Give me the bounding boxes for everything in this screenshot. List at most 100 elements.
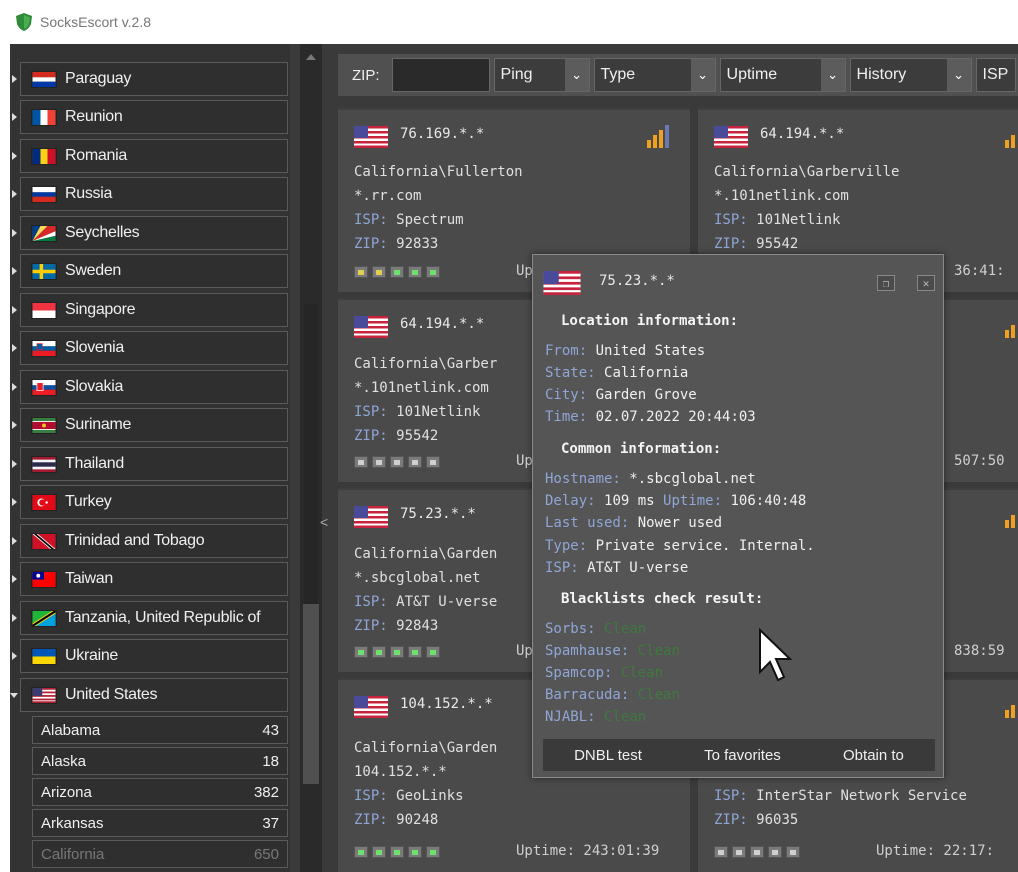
status-dot [426, 456, 440, 468]
isp-value: GeoLinks [396, 788, 464, 804]
expand-arrow-icon[interactable] [12, 498, 17, 506]
expand-arrow-icon[interactable] [12, 460, 17, 468]
expand-arrow-icon[interactable] [12, 575, 17, 583]
country-name: Suriname [65, 416, 132, 433]
country-item-suriname[interactable]: Suriname [12, 408, 288, 442]
zip-key: ZIP: [354, 236, 388, 252]
state-item-alaska[interactable]: Alaska 18 [32, 747, 288, 775]
expand-arrow-icon[interactable] [12, 652, 17, 660]
status-dot [408, 846, 422, 858]
chevron-down-icon[interactable]: ⌄ [690, 59, 715, 91]
zip-value: 90248 [396, 812, 439, 828]
uptime-key: Uptime: [663, 493, 723, 509]
proxy-isp: ISP: AT&T U-verse [354, 594, 497, 610]
obtain-to-button[interactable]: Obtain to [843, 747, 904, 764]
country-sidebar: Paraguay Reunion Romania Russia Seychell… [10, 44, 290, 872]
proxy-uptime: 36:41: [954, 263, 1005, 279]
flag-turkey-icon [31, 493, 57, 511]
country-item-turkey[interactable]: Turkey [12, 485, 288, 519]
flag-slovakia-icon [31, 378, 57, 396]
status-dot [390, 846, 404, 858]
country-name: Seychelles [65, 224, 140, 241]
chevron-down-icon[interactable]: ⌄ [946, 59, 971, 91]
country-item-slovenia[interactable]: Slovenia [12, 331, 288, 365]
proxy-isp: ISP: GeoLinks [354, 788, 464, 804]
country-item-paraguay[interactable]: Paraguay [12, 62, 288, 96]
expand-arrow-icon[interactable] [12, 306, 17, 314]
country-item-russia[interactable]: Russia [12, 177, 288, 211]
state-count: 43 [262, 721, 279, 739]
zip-input[interactable] [391, 58, 490, 92]
type-select[interactable]: Type ⌄ [593, 58, 716, 92]
proxy-isp: ISP: InterStar Network Service [714, 788, 967, 804]
uptime-select[interactable]: Uptime ⌄ [719, 58, 846, 92]
country-item-romania[interactable]: Romania [12, 139, 288, 173]
country-item-singapore[interactable]: Singapore [12, 293, 288, 327]
scroll-up-arrow-icon[interactable] [306, 54, 316, 60]
chevron-down-icon[interactable]: ⌄ [564, 59, 589, 91]
expand-arrow-icon[interactable] [12, 383, 17, 391]
zip-key: ZIP: [354, 618, 388, 634]
flag-tanzania-icon [31, 609, 57, 627]
country-item-thailand[interactable]: Thailand [12, 447, 288, 481]
flag-usa-icon [354, 126, 388, 148]
flag-russia-icon [31, 185, 57, 203]
expand-arrow-icon[interactable] [12, 113, 17, 121]
proxy-uptime: 507:50 [954, 453, 1005, 469]
country-item-taiwan[interactable]: Taiwan [12, 562, 288, 596]
country-item-reunion[interactable]: Reunion [12, 100, 288, 134]
delay-key: Delay: [545, 493, 596, 509]
flag-sweden-icon [31, 262, 57, 280]
expand-arrow-icon[interactable] [12, 190, 17, 198]
collapse-sidebar-button[interactable]: < [320, 514, 328, 530]
ping-select[interactable]: Ping ⌄ [493, 58, 590, 92]
country-item-sweden[interactable]: Sweden [12, 254, 288, 288]
delay-row: Delay: 109 ms Uptime: 106:40:48 [545, 493, 806, 509]
proxy-ip: 64.194.*.* [400, 316, 485, 332]
status-dot [354, 456, 368, 468]
chevron-down-icon[interactable]: ⌄ [820, 59, 845, 91]
isp-value: AT&T U-verse [396, 594, 498, 610]
expand-arrow-icon[interactable] [12, 614, 17, 622]
country-name: Russia [65, 185, 113, 202]
country-item-tanzania[interactable]: Tanzania, United Republic of [12, 601, 288, 635]
country-item-seychelles[interactable]: Seychelles [12, 216, 288, 250]
zip-value: 95542 [756, 236, 799, 252]
collapse-arrow-icon[interactable] [10, 693, 18, 698]
status-dot [426, 846, 440, 858]
history-select-label: History [856, 66, 907, 83]
copy-icon[interactable]: ❐ [877, 275, 895, 291]
country-item-united-states[interactable]: United States [10, 678, 288, 712]
proxy-location: California\Garber [354, 356, 498, 372]
expand-arrow-icon[interactable] [12, 75, 17, 83]
expand-arrow-icon[interactable] [12, 344, 17, 352]
state-item-california[interactable]: California 650 [32, 840, 288, 868]
status-dot [732, 846, 746, 858]
isp-row: ISP: AT&T U-verse [545, 560, 688, 576]
expand-arrow-icon[interactable] [12, 267, 17, 275]
expand-arrow-icon[interactable] [12, 421, 17, 429]
country-item-trinidad-and-tobago[interactable]: Trinidad and Tobago [12, 524, 288, 558]
expand-arrow-icon[interactable] [12, 152, 17, 160]
isp-select[interactable]: ISP [975, 58, 1016, 92]
state-item-arizona[interactable]: Arizona 382 [32, 778, 288, 806]
from-value: United States [595, 343, 706, 359]
country-item-ukraine[interactable]: Ukraine [12, 639, 288, 673]
country-name: Slovakia [65, 378, 124, 395]
dnbl-test-button[interactable]: DNBL test [574, 747, 642, 764]
state-item-alabama[interactable]: Alabama 43 [32, 716, 288, 744]
country-item-slovakia[interactable]: Slovakia [12, 370, 288, 404]
expand-arrow-icon[interactable] [12, 537, 17, 545]
status-dot [354, 646, 368, 658]
expand-arrow-icon[interactable] [12, 229, 17, 237]
state-row: State: California [545, 365, 688, 381]
history-select[interactable]: History ⌄ [849, 58, 972, 92]
to-favorites-button[interactable]: To favorites [704, 747, 781, 764]
close-icon[interactable]: ✕ [917, 275, 935, 291]
proxy-uptime: Up [516, 263, 533, 279]
flag-usa-icon [354, 506, 388, 528]
state-item-arkansas[interactable]: Arkansas 37 [32, 809, 288, 837]
zip-value: 96035 [756, 812, 799, 828]
type-key: Type: [545, 538, 588, 554]
scrollbar-thumb[interactable] [303, 604, 319, 784]
